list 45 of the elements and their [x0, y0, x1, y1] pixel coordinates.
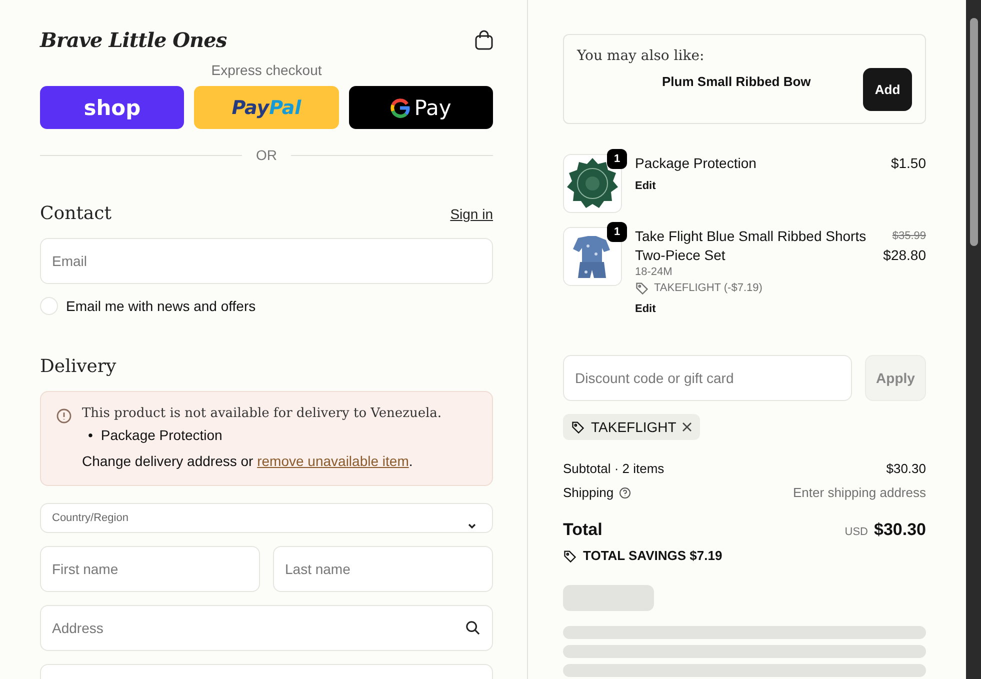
last-name-field[interactable]: Last name	[273, 546, 493, 592]
google-pay-button[interactable]: Pay	[348, 86, 493, 129]
address-field[interactable]: Address	[40, 605, 493, 651]
first-name-field[interactable]: First name	[40, 546, 260, 592]
or-divider-label: OR	[256, 147, 277, 163]
discount-code: TAKEFLIGHT	[591, 419, 676, 435]
bullet-mark: •	[88, 427, 93, 443]
item-price: $28.80	[883, 246, 926, 265]
original-price: $35.99	[892, 229, 926, 244]
contact-heading: Contact	[40, 203, 112, 224]
alert-message: This product is not available for delivery to Venezuela.	[82, 406, 442, 421]
edit-link[interactable]: Edit	[635, 300, 870, 319]
total-label: Total	[563, 520, 602, 540]
subtotal-label: Subtotal · 2 items	[563, 461, 664, 476]
unavailable-item: Package Protection	[100, 427, 222, 443]
paypal-button[interactable]: PayPal	[194, 86, 339, 129]
newsletter-label: Email me with news and offers	[66, 298, 256, 314]
discount-code-field[interactable]: Discount code or gift card	[563, 355, 852, 401]
add-button[interactable]: Add	[863, 68, 912, 111]
sign-in-link[interactable]: Sign in	[450, 206, 493, 222]
shipping-label: Shipping	[563, 485, 614, 500]
brand-logo[interactable]: Brave Little Ones	[40, 28, 227, 52]
total-savings: TOTAL SAVINGS $7.19	[583, 548, 722, 563]
currency-label: USD	[844, 526, 868, 538]
item-discount: TAKEFLIGHT (-$7.19)	[654, 281, 762, 296]
email-field[interactable]: Email	[40, 238, 493, 284]
delivery-heading: Delivery	[40, 356, 116, 377]
country-select[interactable]: Country/Region	[40, 503, 493, 533]
total-value: $30.30	[874, 520, 926, 539]
upsell-heading: You may also like:	[577, 48, 706, 64]
subtotal-value: $30.30	[886, 461, 926, 476]
item-price: $1.50	[890, 154, 926, 173]
product-name: Package Protection	[635, 154, 758, 173]
quantity-badge: 1	[607, 149, 627, 169]
shipping-value: Enter shipping address	[793, 485, 926, 500]
alert-hint-end: .	[408, 453, 413, 469]
upsell-product-name: Plum Small Ribbed Bow	[662, 74, 811, 89]
remove-item-link[interactable]: remove unavailable item	[257, 453, 409, 469]
edit-link[interactable]: Edit	[635, 177, 878, 196]
quantity-badge: 1	[607, 222, 627, 242]
shop-pay-button[interactable]: shop	[40, 86, 184, 129]
product-variant: 18-24M	[635, 265, 674, 280]
product-name: Take Flight Blue Small Ribbed Shorts Two-Piece Set	[635, 227, 868, 265]
alert-hint: Change delivery address or	[82, 453, 254, 469]
express-checkout-label: Express checkout	[210, 62, 323, 78]
